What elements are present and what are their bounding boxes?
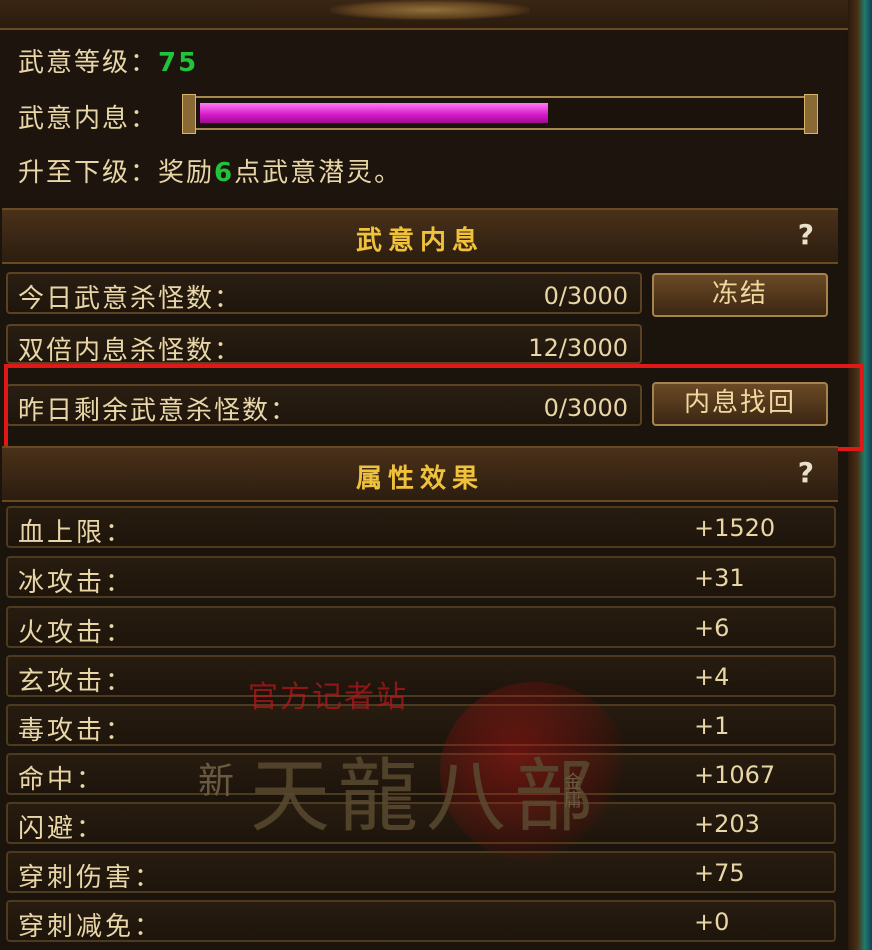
- row-label: 双倍内息杀怪数：: [18, 336, 243, 366]
- row-today-kills: 今日武意杀怪数： 0/3000: [6, 272, 642, 314]
- attr-row: 冰攻击： +31: [6, 556, 836, 598]
- section-title-neixi: 武意内息: [355, 226, 484, 256]
- row-value: 0/3000: [543, 282, 628, 310]
- attr-row: 毒攻击： +1: [6, 704, 836, 746]
- freeze-button[interactable]: 冻结: [652, 273, 828, 317]
- window-top-frame: [0, 0, 850, 30]
- next-level-label: 升至下级：奖励: [18, 158, 215, 188]
- section-header-attributes: 属性效果 ?: [2, 446, 838, 502]
- row-value: 12/3000: [528, 334, 628, 362]
- attr-value: +31: [694, 564, 745, 592]
- row-value: 0/3000: [543, 394, 628, 422]
- neixi-progress-fill: [200, 103, 548, 123]
- bar-left-cap: [182, 94, 196, 134]
- attr-label: 命中：: [18, 765, 106, 795]
- next-level-points: 6: [214, 158, 235, 188]
- attr-value: +0: [694, 908, 730, 936]
- attr-label: 闪避：: [18, 814, 106, 844]
- attr-row: 血上限： +1520: [6, 506, 836, 548]
- attr-label: 穿刺减免：: [18, 912, 164, 942]
- attr-value: +203: [694, 810, 760, 838]
- row-yesterday-kills: 昨日剩余武意杀怪数： 0/3000: [6, 384, 642, 426]
- attr-row: 穿刺减免： +0: [6, 900, 836, 942]
- attr-value: +1: [694, 712, 730, 740]
- next-level-row: 升至下级：奖励6点武意潜灵。: [18, 152, 402, 189]
- attr-value: +75: [694, 859, 745, 887]
- top-ornament: [330, 0, 530, 20]
- attr-label: 穿刺伤害：: [18, 863, 164, 893]
- attr-value: +1520: [694, 514, 776, 542]
- help-icon[interactable]: ?: [798, 218, 814, 251]
- attr-row: 闪避： +203: [6, 802, 836, 844]
- window-right-edge: [848, 0, 872, 950]
- level-row: 武意等级：75: [18, 42, 198, 79]
- row-double-kills: 双倍内息杀怪数： 12/3000: [6, 324, 642, 366]
- attr-row: 玄攻击： +4: [6, 655, 836, 697]
- level-label: 武意等级：: [18, 48, 159, 78]
- neixi-recover-button[interactable]: 内息找回: [652, 382, 828, 426]
- neixi-label: 武意内息：: [18, 104, 159, 134]
- bar-right-cap: [804, 94, 818, 134]
- attr-label: 冰攻击：: [18, 568, 135, 598]
- next-level-suffix: 点武意潜灵。: [234, 158, 403, 188]
- help-icon[interactable]: ?: [798, 456, 814, 489]
- attr-row: 火攻击： +6: [6, 606, 836, 648]
- attr-value: +4: [694, 663, 730, 691]
- attr-label: 毒攻击：: [18, 716, 135, 746]
- row-label: 昨日剩余武意杀怪数：: [18, 396, 299, 426]
- neixi-progress-bar: [182, 94, 818, 134]
- level-value: 75: [158, 48, 199, 78]
- attr-value: +6: [694, 614, 730, 642]
- section-header-neixi: 武意内息 ?: [2, 208, 838, 264]
- attr-label: 火攻击：: [18, 618, 135, 648]
- attr-label: 玄攻击：: [18, 667, 135, 697]
- row-label: 今日武意杀怪数：: [18, 284, 243, 314]
- attr-row: 穿刺伤害： +75: [6, 851, 836, 893]
- attr-row: 命中： +1067: [6, 753, 836, 795]
- attr-label: 血上限：: [18, 518, 135, 548]
- attr-value: +1067: [694, 761, 776, 789]
- section-title-attributes: 属性效果: [355, 464, 484, 494]
